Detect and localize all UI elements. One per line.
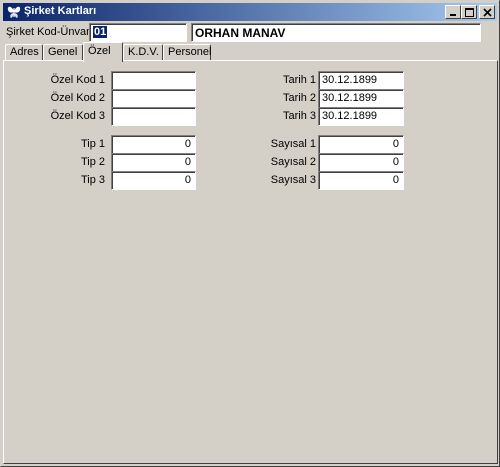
special-code-2-label: Özel Kod 2 <box>50 92 105 104</box>
title-bar[interactable]: Şirket Kartları <box>3 3 497 21</box>
company-name-field[interactable]: ORHAN MANAV <box>191 23 481 42</box>
tab-label: Özel <box>88 45 111 57</box>
tab-label: Personel <box>168 46 212 58</box>
type-1-field[interactable]: 0 <box>111 135 196 154</box>
company-code-field[interactable]: 01 <box>89 23 187 42</box>
numeric-2-field[interactable]: 0 <box>318 153 404 172</box>
numeric-1-value: 0 <box>392 138 399 150</box>
numeric-2-value: 0 <box>392 156 399 168</box>
minimize-icon <box>450 14 456 16</box>
tab-label: K.D.V. <box>128 46 159 58</box>
date-2-value: 30.12.1899 <box>322 92 378 104</box>
close-icon <box>483 8 492 17</box>
special-code-3-field[interactable] <box>111 107 196 126</box>
date-3-value: 30.12.1899 <box>322 110 378 122</box>
special-code-1-field[interactable] <box>111 71 196 90</box>
numeric-3-label: Sayısal 3 <box>270 174 316 186</box>
minimize-button[interactable] <box>445 5 461 19</box>
tab-label: Adres <box>10 46 39 58</box>
type-2-value: 0 <box>184 156 191 168</box>
special-code-2-field[interactable] <box>111 89 196 108</box>
numeric-1-field[interactable]: 0 <box>318 135 404 154</box>
type-2-label: Tip 2 <box>80 156 105 168</box>
type-3-label: Tip 3 <box>80 174 105 186</box>
numeric-3-value: 0 <box>392 174 399 186</box>
company-code-label: Şirket Kod-Ünvanı <box>6 26 96 38</box>
date-2-label: Tarih 2 <box>282 92 316 104</box>
type-2-field[interactable]: 0 <box>111 153 196 172</box>
special-code-1-label: Özel Kod 1 <box>50 74 105 86</box>
company-code-value: 01 <box>93 26 108 38</box>
type-3-field[interactable]: 0 <box>111 171 196 190</box>
maximize-button[interactable] <box>461 5 477 19</box>
tab-ozel[interactable]: Özel <box>83 42 123 62</box>
close-button[interactable] <box>479 5 495 19</box>
tab-genel[interactable]: Genel <box>43 44 83 61</box>
type-1-label: Tip 1 <box>80 138 105 150</box>
tab-label: Genel <box>48 46 78 58</box>
date-1-label: Tarih 1 <box>282 74 316 86</box>
date-1-field[interactable]: 30.12.1899 <box>318 71 404 90</box>
special-code-3-label: Özel Kod 3 <box>50 110 105 122</box>
tab-adres[interactable]: Adres <box>5 44 43 61</box>
type-1-value: 0 <box>184 138 191 150</box>
numeric-2-label: Sayısal 2 <box>270 156 316 168</box>
numeric-3-field[interactable]: 0 <box>318 171 404 190</box>
date-2-field[interactable]: 30.12.1899 <box>318 89 404 108</box>
sirket-kartlari-window: Şirket Kartları Şirket Kod-Ünvanı 01 ORH… <box>0 0 500 467</box>
numeric-1-label: Sayısal 1 <box>270 138 316 150</box>
date-1-value: 30.12.1899 <box>322 74 378 86</box>
tab-personel[interactable]: Personel <box>163 44 211 61</box>
tab-kdv[interactable]: K.D.V. <box>123 44 163 61</box>
window-title: Şirket Kartları <box>24 5 97 17</box>
date-3-label: Tarih 3 <box>282 110 316 122</box>
company-name-value: ORHAN MANAV <box>195 26 286 40</box>
date-3-field[interactable]: 30.12.1899 <box>318 107 404 126</box>
ozel-tab-panel: Özel Kod 1 Özel Kod 2 Özel Kod 3 Tarih 1… <box>3 60 498 464</box>
maximize-icon <box>465 8 474 17</box>
butterfly-icon <box>7 6 21 18</box>
type-3-value: 0 <box>184 174 191 186</box>
